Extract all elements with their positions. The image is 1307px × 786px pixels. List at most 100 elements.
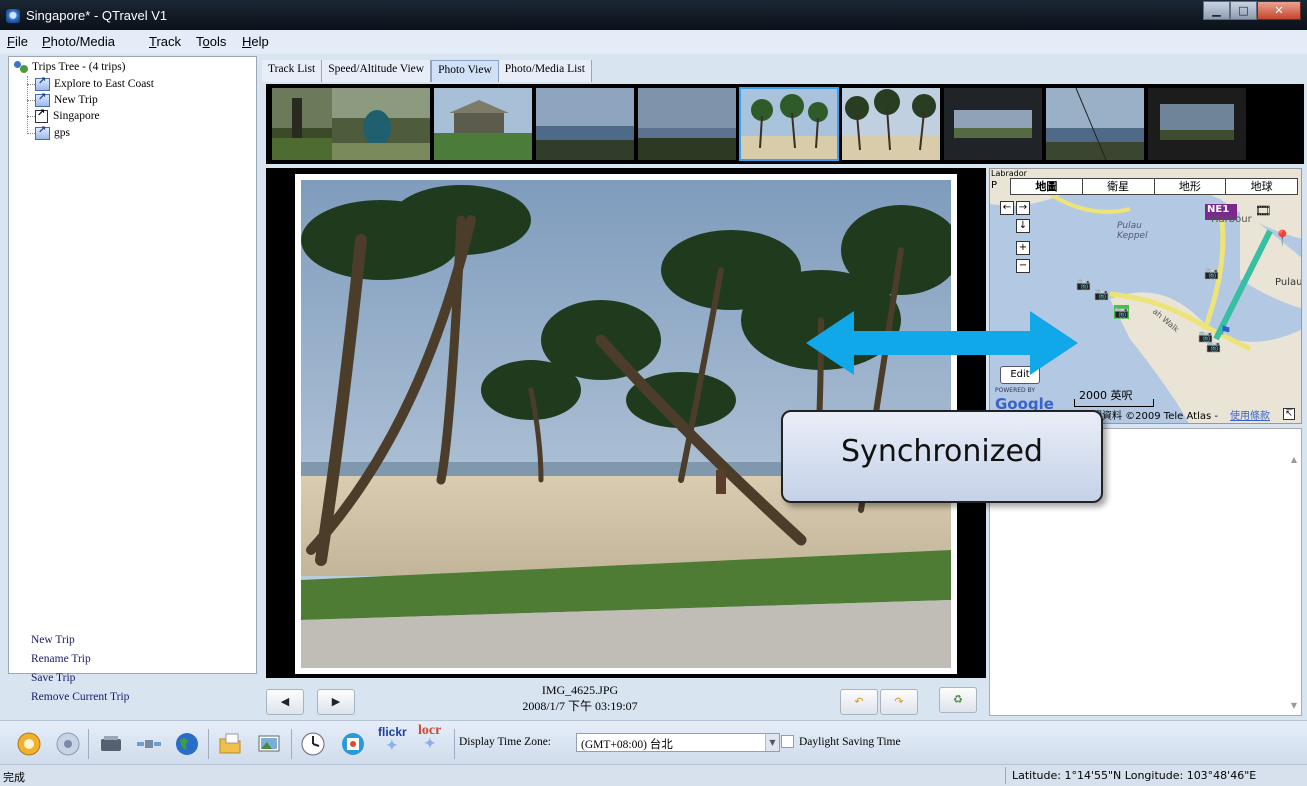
photo-file-info: IMG_4625.JPG 2008/1/7 下午 03:19:07 [480, 682, 680, 714]
pan-down-control[interactable]: ↓ [1016, 219, 1030, 233]
menu-track[interactable]: Track [149, 34, 181, 49]
status-text: 完成 [3, 771, 25, 784]
minimize-button[interactable]: ▁ [1203, 1, 1230, 20]
trips-tree-root-label: Trips Tree - (4 trips) [32, 61, 126, 73]
status-bar: 完成 Latitude: 1°14'55"N Longitude: 103°48… [0, 764, 1307, 786]
map-scale-bar [1074, 399, 1154, 407]
tree-item-trip[interactable]: New Trip [35, 92, 98, 108]
globe-icon[interactable] [174, 731, 200, 757]
window-controls: ▁ □ ✕ [1203, 1, 1301, 20]
zoom-out-control[interactable]: − [1016, 259, 1030, 273]
map-terms-link[interactable]: 使用條款 [1230, 407, 1270, 422]
menu-tools[interactable]: Tools [196, 34, 226, 49]
camera-marker-icon[interactable]: 📷 [1094, 287, 1109, 301]
map-tab-earth[interactable]: 地球 [1226, 179, 1297, 194]
clock-icon[interactable] [300, 731, 326, 757]
import-icon[interactable] [16, 731, 42, 757]
rename-trip-link[interactable]: Rename Trip [31, 653, 91, 665]
photo-thumbnail[interactable] [434, 88, 532, 160]
powered-by-label: POWERED BY [995, 387, 1036, 394]
web-album-icon[interactable] [340, 731, 366, 757]
toolbar-separator [208, 729, 209, 759]
coordinates-readout: Latitude: 1°14'55"N Longitude: 103°48'46… [1012, 769, 1257, 782]
expand-corner-icon[interactable]: ↸ [1283, 408, 1295, 420]
bottom-toolbar: flickr ✦ locr ✦ Display Time Zone: (GMT+08… [0, 720, 1307, 764]
photo-thumbnail[interactable] [536, 88, 634, 160]
photo-thumbnail[interactable] [842, 88, 940, 160]
film-marker-icon[interactable]: 🎞 [1255, 204, 1272, 219]
menu-file[interactable]: File [7, 34, 28, 49]
camera-marker-selected-icon[interactable]: 📷 [1114, 305, 1129, 319]
photo-thumbnail[interactable] [1148, 88, 1246, 160]
flickr-icon[interactable]: flickr ✦ [378, 725, 407, 752]
camera-marker-icon[interactable]: 📷 [1204, 266, 1219, 280]
remove-current-trip-link[interactable]: Remove Current Trip [31, 691, 129, 703]
tree-item-label: New Trip [54, 94, 98, 106]
pin-marker-icon[interactable]: 📍 [1273, 229, 1292, 247]
pan-left-control[interactable]: ← [1000, 201, 1014, 215]
tree-item-trip-current[interactable]: Singapore [35, 108, 100, 124]
menu-photo-media[interactable]: Photo/Media [42, 34, 115, 49]
map-type-tabs: 地圖 衛星 地形 地球 [1010, 178, 1298, 195]
window-title: Singapore* - QTravel V1 [26, 8, 168, 23]
menu-bar: File Photo/Media Track Tools Help [0, 30, 1307, 54]
photo-datetime: 2008/1/7 下午 03:19:07 [522, 699, 638, 713]
map-tab-satellite[interactable]: 衛星 [1083, 179, 1155, 194]
map-label-harbour: Harbour [1211, 214, 1252, 225]
recycle-bin-button[interactable]: ♻ [939, 687, 977, 713]
tab-track-list[interactable]: Track List [262, 60, 323, 82]
photo-thumbnail-selected[interactable] [739, 87, 839, 161]
time-zone-select[interactable]: (GMT+08:00) 台北 ▼ [576, 733, 780, 752]
camera-marker-icon[interactable]: 📷 [1076, 277, 1091, 291]
photo-thumbnail[interactable] [638, 88, 736, 160]
trips-tree-root[interactable]: Trips Tree - (4 trips) [13, 59, 126, 75]
photos-icon[interactable] [256, 731, 282, 757]
map-panel[interactable]: 地圖 衛星 地形 地球 Labrador P ← → ↓ + − NE1 Har… [989, 168, 1302, 424]
tab-photo-view[interactable]: Photo View [431, 60, 499, 82]
daylight-saving-label: Daylight Saving Time [799, 736, 901, 748]
trip-icon [35, 125, 50, 140]
locr-icon[interactable]: locr ✦ [418, 723, 444, 752]
gps-device-icon[interactable] [98, 731, 124, 757]
rotate-left-button[interactable]: ↶ [840, 689, 878, 715]
tree-item-label: Explore to East Coast [54, 78, 154, 90]
map-tab-terrain[interactable]: 地形 [1155, 179, 1227, 194]
daylight-saving-checkbox[interactable] [781, 735, 794, 748]
save-trip-link[interactable]: Save Trip [31, 672, 75, 684]
maximize-button[interactable]: □ [1230, 1, 1257, 20]
map-label-p: P [991, 180, 998, 191]
map-label-pulau-keppel: Pulau Keppel [1117, 221, 1148, 241]
sync-double-arrow-icon [806, 311, 1078, 375]
next-photo-button[interactable]: ▶ [317, 689, 355, 715]
map-label-labrador: Labrador [991, 169, 1027, 178]
rotate-right-button[interactable]: ↷ [880, 689, 918, 715]
photo-thumbnail[interactable] [944, 88, 1042, 160]
new-trip-link[interactable]: New Trip [31, 634, 75, 646]
toolbar-separator [454, 729, 455, 759]
satellite-icon[interactable] [136, 731, 162, 757]
previous-photo-button[interactable]: ◀ [266, 689, 304, 715]
tab-speed-altitude-view[interactable]: Speed/Altitude View [322, 60, 432, 82]
record-icon[interactable] [55, 731, 81, 757]
toolbar-separator [291, 729, 292, 759]
flag-marker-icon[interactable]: ⚑ [1220, 324, 1232, 339]
tree-item-trip[interactable]: Explore to East Coast [35, 76, 154, 92]
pan-right-control[interactable]: → [1016, 201, 1030, 215]
menu-help[interactable]: Help [242, 34, 269, 49]
zoom-in-control[interactable]: + [1016, 241, 1030, 255]
title-bar: Singapore* - QTravel V1 ▁ □ ✕ [0, 0, 1307, 30]
open-folder-icon[interactable] [218, 731, 244, 757]
trips-tree[interactable]: Trips Tree - (4 trips) Explore to East C… [8, 56, 257, 674]
map-tab-map[interactable]: 地圖 [1011, 179, 1083, 194]
camera-marker-icon[interactable]: 📷 [1206, 339, 1221, 353]
scroll-down-arrow-icon[interactable]: ▼ [1289, 701, 1299, 711]
photo-thumbnail[interactable] [332, 88, 430, 160]
tree-item-trip[interactable]: gps [35, 125, 70, 141]
dropdown-arrow-icon[interactable]: ▼ [765, 734, 779, 751]
photo-thumbnail[interactable] [1046, 88, 1144, 160]
callout-text: Synchronized [841, 434, 1043, 469]
tab-photo-media-list[interactable]: Photo/Media List [498, 60, 592, 82]
close-button[interactable]: ✕ [1257, 1, 1301, 20]
scroll-up-arrow-icon[interactable]: ▲ [1289, 455, 1299, 465]
tree-item-label: Singapore [53, 110, 100, 122]
